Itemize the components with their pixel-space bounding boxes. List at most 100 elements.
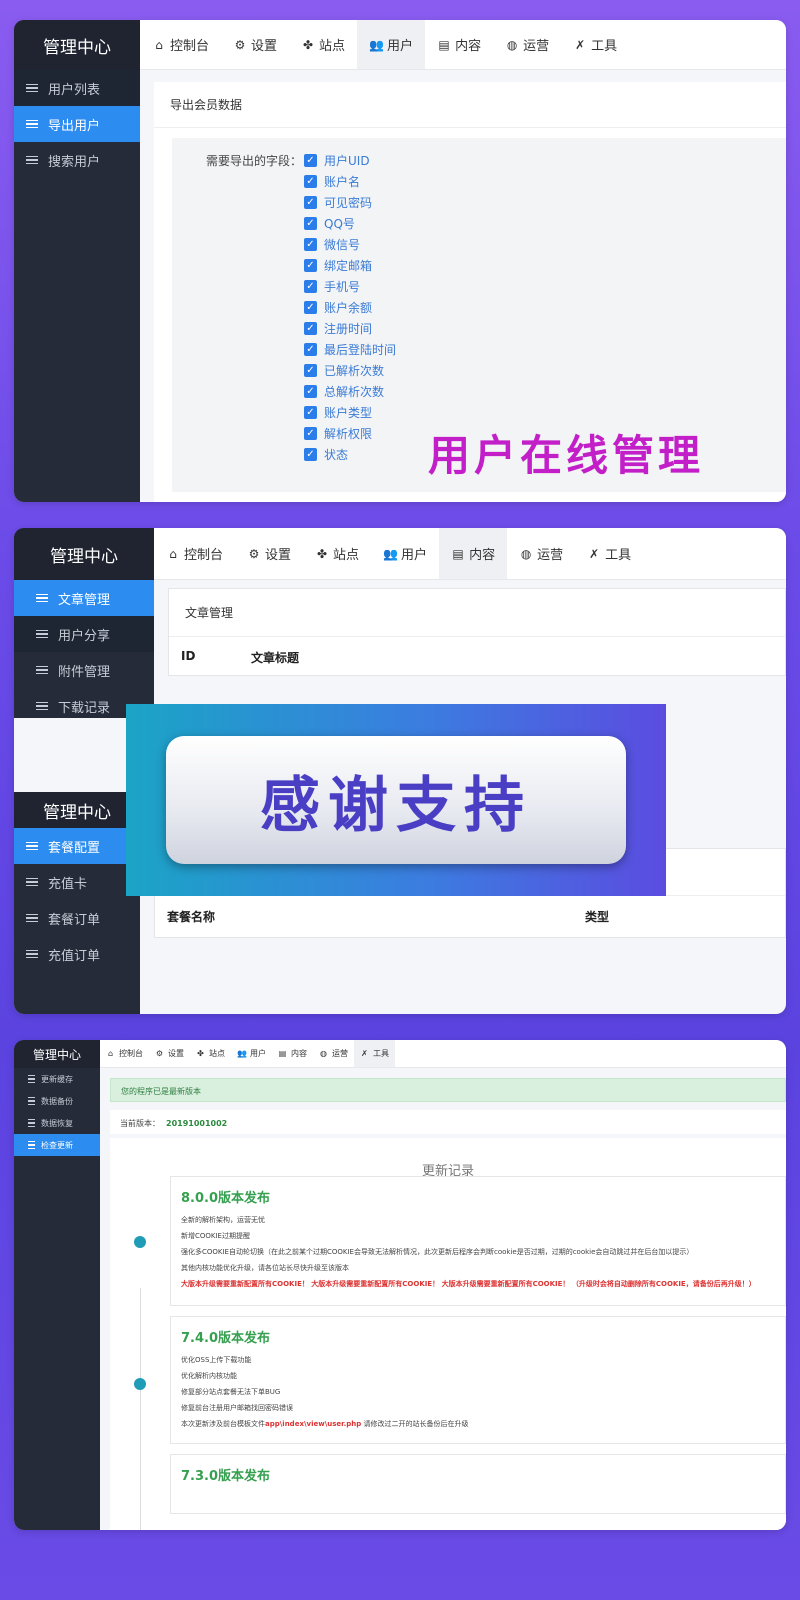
tab-tools[interactable]: ✗ 工具 (575, 528, 643, 579)
brand-title: 管理中心 (14, 1040, 100, 1068)
changelog: 更新记录 8.0.0版本发布 全新的解析架构，运营无忧 新增COOKIE过期提醒… (110, 1138, 786, 1530)
release-card: 8.0.0版本发布 全新的解析架构，运营无忧 新增COOKIE过期提醒 强化多C… (170, 1176, 786, 1306)
sidebar-item-package-config[interactable]: 套餐配置 (14, 828, 140, 864)
sidebar-item-attachments[interactable]: 附件管理 (14, 652, 154, 688)
tab-content[interactable]: ▤ 内容 (425, 20, 493, 69)
brand-title: 管理中心 (14, 792, 140, 828)
menu-icon (28, 1096, 35, 1106)
sidebar-item-update-cache[interactable]: 更新缓存 (14, 1068, 100, 1090)
checkbox-checked-icon[interactable]: ✓ (304, 280, 317, 293)
top-nav: ⌂ 控制台 ⚙ 设置 ✤ 站点 👥 用户 ▤ 内容 ◍ 运营 ✗ 工具 (154, 528, 786, 580)
field-checkbox-item[interactable]: ✓ 最后登陆时间 (304, 339, 396, 360)
banner-text: 感谢支持 (260, 770, 532, 841)
sidebar-item-package-orders[interactable]: 套餐订单 (14, 900, 140, 936)
field-label: 微信号 (324, 238, 361, 252)
sidebar-item-recharge-cards[interactable]: 充值卡 (14, 864, 140, 900)
tab-content[interactable]: ▤ 内容 (272, 1040, 313, 1067)
field-checkbox-item[interactable]: ✓ 可见密码 (304, 192, 396, 213)
field-label: 注册时间 (324, 322, 373, 336)
tab-dashboard[interactable]: ⌂ 控制台 (154, 528, 235, 579)
sidebar-item-backup[interactable]: 数据备份 (14, 1090, 100, 1112)
tab-settings[interactable]: ⚙ 设置 (235, 528, 303, 579)
globe-icon: ◍ (520, 546, 532, 561)
checkbox-checked-icon[interactable]: ✓ (304, 154, 317, 167)
field-checkbox-item[interactable]: ✓ 账户余额 (304, 297, 396, 318)
field-checkbox-item[interactable]: ✓ 账户名 (304, 171, 396, 192)
tab-sites[interactable]: ✤ 站点 (190, 1040, 231, 1067)
sidebar-item-search-users[interactable]: 搜索用户 (14, 142, 140, 178)
tab-users[interactable]: 👥 用户 (371, 528, 439, 579)
sidebar-item-label: 充值订单 (48, 948, 101, 964)
gear-icon: ⚙ (155, 1049, 164, 1058)
checkbox-checked-icon[interactable]: ✓ (304, 406, 317, 419)
checkbox-checked-icon[interactable]: ✓ (304, 448, 317, 461)
field-checkbox-item[interactable]: ✓ 绑定邮箱 (304, 255, 396, 276)
checkbox-checked-icon[interactable]: ✓ (304, 217, 317, 230)
tab-tools[interactable]: ✗ 工具 (561, 20, 629, 69)
checkbox-checked-icon[interactable]: ✓ (304, 238, 317, 251)
version-value: 20191001002 (166, 1119, 228, 1128)
home-icon: ⌂ (107, 1049, 114, 1058)
field-checkbox-item[interactable]: ✓ 账户类型 (304, 402, 396, 423)
article-card: 文章管理 ID 文章标题 (168, 588, 786, 676)
tab-content[interactable]: ▤ 内容 (439, 528, 508, 579)
sidebar-item-label: 附件管理 (58, 664, 111, 680)
checkbox-checked-icon[interactable]: ✓ (304, 427, 317, 440)
tab-users[interactable]: 👥 用户 (231, 1040, 272, 1067)
field-label: 账户类型 (324, 406, 373, 420)
menu-icon (36, 629, 48, 639)
menu-icon (26, 841, 38, 851)
tab-dashboard[interactable]: ⌂ 控制台 (140, 20, 221, 69)
tab-dashboard[interactable]: ⌂ 控制台 (100, 1040, 149, 1067)
sidebar-item-label: 充值卡 (48, 876, 88, 892)
field-checkbox-item[interactable]: ✓ 状态 (304, 444, 396, 465)
sidebar-item-export-users[interactable]: 导出用户 (14, 106, 140, 142)
sidebar-item-check-update[interactable]: 检查更新 (14, 1134, 100, 1156)
field-checkbox-item[interactable]: ✓ 微信号 (304, 234, 396, 255)
checkbox-checked-icon[interactable]: ✓ (304, 364, 317, 377)
field-checkbox-item[interactable]: ✓ QQ号 (304, 213, 396, 234)
tab-sites[interactable]: ✤ 站点 (303, 528, 371, 579)
tab-settings[interactable]: ⚙ 设置 (149, 1040, 190, 1067)
tab-operations[interactable]: ◍ 运营 (493, 20, 561, 69)
field-checkbox-item[interactable]: ✓ 注册时间 (304, 318, 396, 339)
sidebar-item-recharge-orders[interactable]: 充值订单 (14, 936, 140, 972)
tab-sites[interactable]: ✤ 站点 (289, 20, 357, 69)
checkbox-checked-icon[interactable]: ✓ (304, 385, 317, 398)
tab-tools[interactable]: ✗ 工具 (354, 1040, 395, 1067)
column-article-title[interactable]: 文章标题 (251, 649, 299, 666)
column-package-name[interactable]: 套餐名称 (167, 908, 585, 925)
checkbox-checked-icon[interactable]: ✓ (304, 175, 317, 188)
tab-operations[interactable]: ◍ 运营 (313, 1040, 354, 1067)
checkbox-checked-icon[interactable]: ✓ (304, 322, 317, 335)
field-checkbox-item[interactable]: ✓ 已解析次数 (304, 360, 396, 381)
release-title: 7.3.0版本发布 (181, 1469, 271, 1484)
tab-settings[interactable]: ⚙ 设置 (221, 20, 289, 69)
sidebar-item-user-shares[interactable]: 用户分享 (14, 616, 154, 652)
card-title: 导出会员数据 (154, 82, 786, 128)
sidebar-item-label: 下载记录 (58, 700, 111, 716)
checkbox-checked-icon[interactable]: ✓ (304, 196, 317, 209)
release-warning: 大版本升级需要重新配置所有COOKIE！ 大版本升级需要重新配置所有COOKIE… (181, 1280, 756, 1288)
checkbox-checked-icon[interactable]: ✓ (304, 343, 317, 356)
gear-icon: ⚙ (234, 37, 246, 52)
field-checkbox-item[interactable]: ✓ 总解析次数 (304, 381, 396, 402)
tab-users[interactable]: 👥 用户 (357, 20, 426, 69)
sidebar-item-user-list[interactable]: 用户列表 (14, 70, 140, 106)
field-checkbox-item[interactable]: ✓ 手机号 (304, 276, 396, 297)
field-checkbox-item[interactable]: ✓ 用户UID (304, 150, 396, 171)
sidebar-item-label: 导出用户 (48, 118, 101, 134)
sidebar-item-restore[interactable]: 数据恢复 (14, 1112, 100, 1134)
checkbox-checked-icon[interactable]: ✓ (304, 301, 317, 314)
field-checkbox-item[interactable]: ✓ 解析权限 (304, 423, 396, 444)
panel-update-check: 管理中心 更新缓存 数据备份 数据恢复 检查更新 ⌂ 控制台 ⚙ 设置 ✤ 站点 👥 用… (14, 1040, 786, 1530)
field-checkbox-list: ✓ 用户UID ✓ 账户名 ✓ 可见密码 ✓ QQ号 ✓ 微信号 ✓ 绑定邮箱 ✓ 手机号 ✓ 账户余额 ✓ 注册… (304, 150, 396, 465)
field-label: 手机号 (324, 280, 361, 294)
menu-icon (36, 593, 48, 603)
column-id[interactable]: ID (181, 649, 251, 666)
column-type[interactable]: 类型 (585, 908, 609, 925)
checkbox-checked-icon[interactable]: ✓ (304, 259, 317, 272)
sidebar-item-articles[interactable]: 文章管理 (14, 580, 154, 616)
field-label: 总解析次数 (324, 385, 385, 399)
tab-operations[interactable]: ◍ 运营 (507, 528, 575, 579)
